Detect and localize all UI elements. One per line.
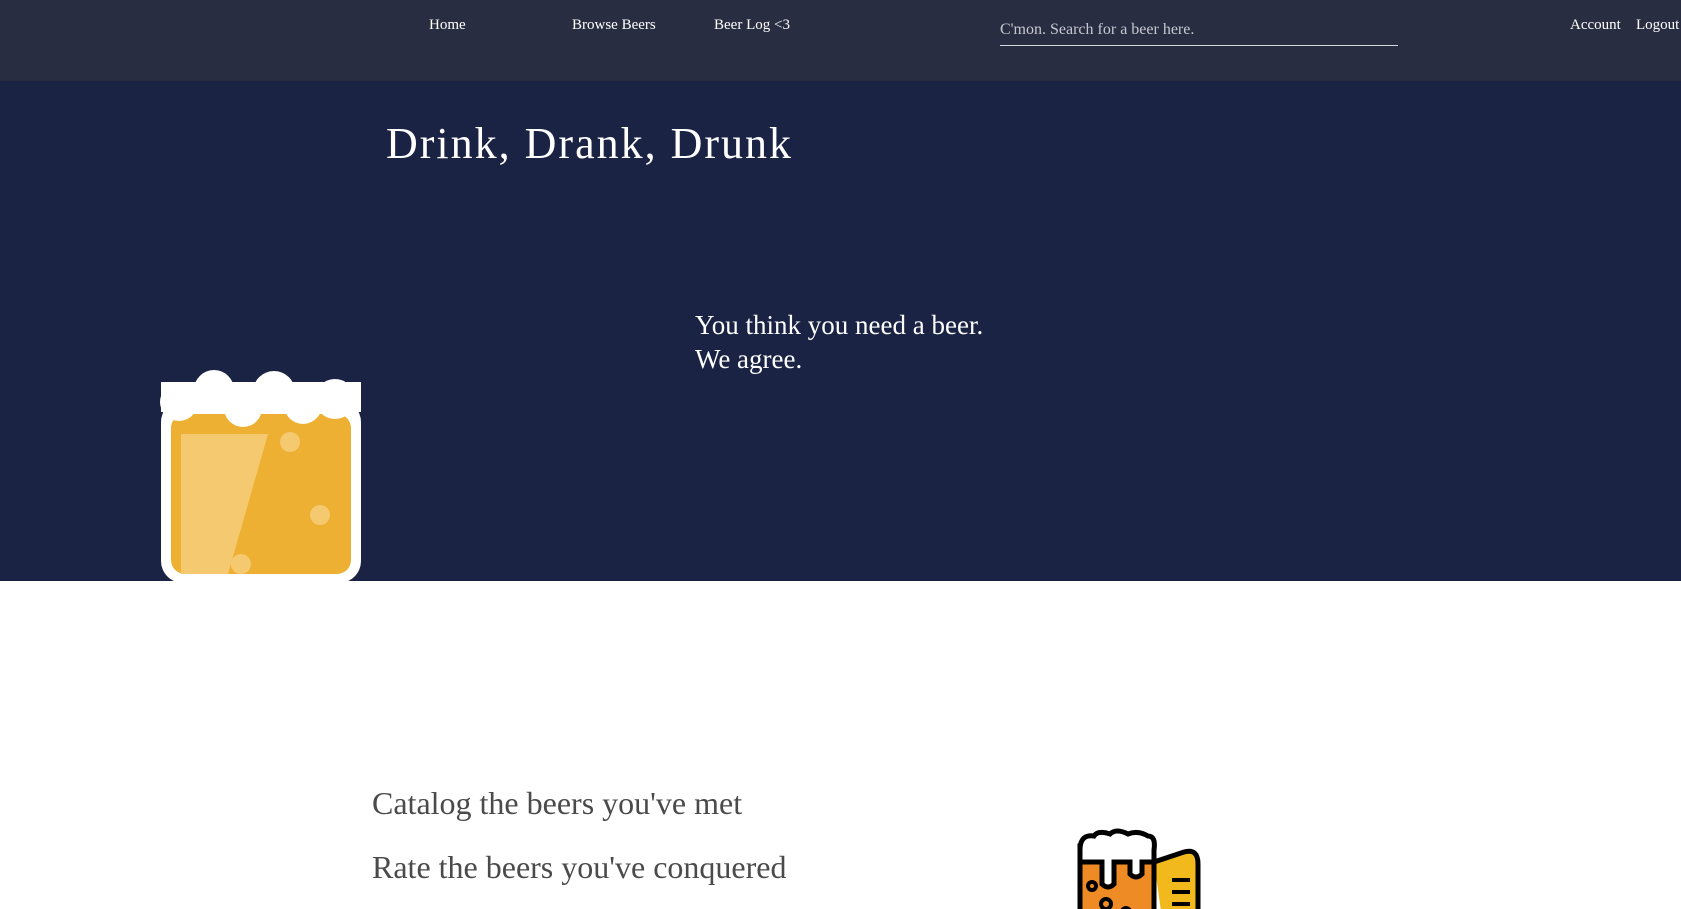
beer-mug-icon — [160, 370, 361, 583]
top-navigation: Home Browse Beers Beer Log <3 Account Lo… — [0, 0, 1681, 81]
search-bar — [1000, 16, 1398, 46]
nav-link-browse-beers[interactable]: Browse Beers — [572, 17, 656, 34]
feature-rate: Rate the beers you've conquered — [372, 849, 787, 885]
nav-link-home[interactable]: Home — [429, 17, 466, 34]
feature-catalog: Catalog the beers you've met — [372, 785, 743, 821]
nav-link-logout[interactable]: Logout — [1636, 17, 1679, 34]
nav-link-account[interactable]: Account — [1570, 17, 1621, 34]
hero-section: Drink, Drank, Drunk You think you need a… — [0, 81, 1681, 583]
hero-title: Drink, Drank, Drunk — [386, 119, 794, 168]
features-section: Catalog the beers you've met Rate the be… — [0, 581, 1681, 909]
hero-tagline-line-2: We agree. — [695, 344, 803, 374]
hero-tagline: You think you need a beer. We agree. — [695, 308, 983, 376]
nav-link-beer-log[interactable]: Beer Log <3 — [714, 17, 790, 34]
hero-tagline-line-1: You think you need a beer. — [695, 310, 984, 340]
beer-mug-icon — [1077, 828, 1201, 909]
search-input[interactable] — [1000, 16, 1398, 44]
